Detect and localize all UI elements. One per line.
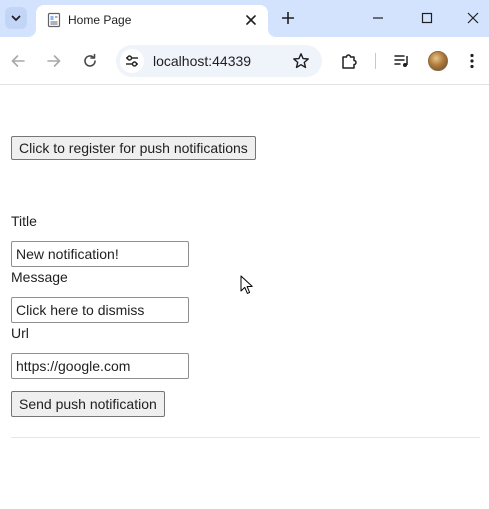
media-controls-button[interactable] — [390, 49, 414, 73]
title-label: Title — [11, 213, 37, 229]
close-icon — [246, 15, 256, 25]
register-push-button[interactable]: Click to register for push notifications — [11, 136, 256, 160]
maximize-icon — [421, 12, 433, 24]
tab-search-button[interactable] — [5, 7, 27, 29]
url-text[interactable]: localhost:44339 — [153, 53, 251, 69]
chevron-down-icon — [11, 15, 21, 21]
avatar[interactable] — [428, 51, 448, 71]
divider — [11, 437, 480, 438]
browser-toolbar: localhost:44339 — [0, 37, 489, 85]
send-push-button[interactable]: Send push notification — [11, 391, 165, 417]
address-bar[interactable]: localhost:44339 — [116, 45, 322, 77]
page-content: Click to register for push notifications… — [0, 86, 489, 509]
message-input[interactable] — [11, 297, 189, 323]
puzzle-icon — [342, 54, 357, 69]
back-button[interactable] — [6, 49, 30, 73]
mouse-pointer-icon — [240, 275, 253, 294]
more-vert-icon — [470, 53, 474, 69]
page-icon — [47, 12, 61, 28]
tab-strip: Home Page — [0, 0, 489, 37]
reload-button[interactable] — [78, 49, 102, 73]
close-icon — [467, 12, 479, 24]
title-input[interactable] — [11, 241, 189, 267]
arrow-right-icon — [47, 55, 61, 67]
url-input[interactable] — [11, 353, 189, 379]
maximize-button[interactable] — [411, 4, 443, 32]
message-label: Message — [11, 269, 68, 285]
reload-icon — [84, 53, 96, 67]
minimize-button[interactable] — [362, 4, 394, 32]
extensions-button[interactable] — [337, 49, 361, 73]
tune-icon — [126, 55, 138, 67]
forward-button[interactable] — [42, 49, 66, 73]
playlist-icon — [394, 55, 408, 67]
new-tab-button[interactable] — [278, 8, 298, 28]
tab-home-page[interactable]: Home Page — [28, 5, 276, 37]
minimize-icon — [373, 17, 383, 19]
plus-icon — [282, 12, 294, 24]
close-window-button[interactable] — [457, 4, 489, 32]
site-info-button[interactable] — [120, 49, 144, 73]
tab-title: Home Page — [68, 13, 132, 27]
star-icon[interactable] — [292, 52, 310, 70]
tab-close-button[interactable] — [242, 11, 260, 29]
toolbar-divider — [375, 53, 376, 69]
menu-button[interactable] — [460, 49, 484, 73]
arrow-left-icon — [11, 55, 25, 67]
url-label: Url — [11, 325, 29, 341]
